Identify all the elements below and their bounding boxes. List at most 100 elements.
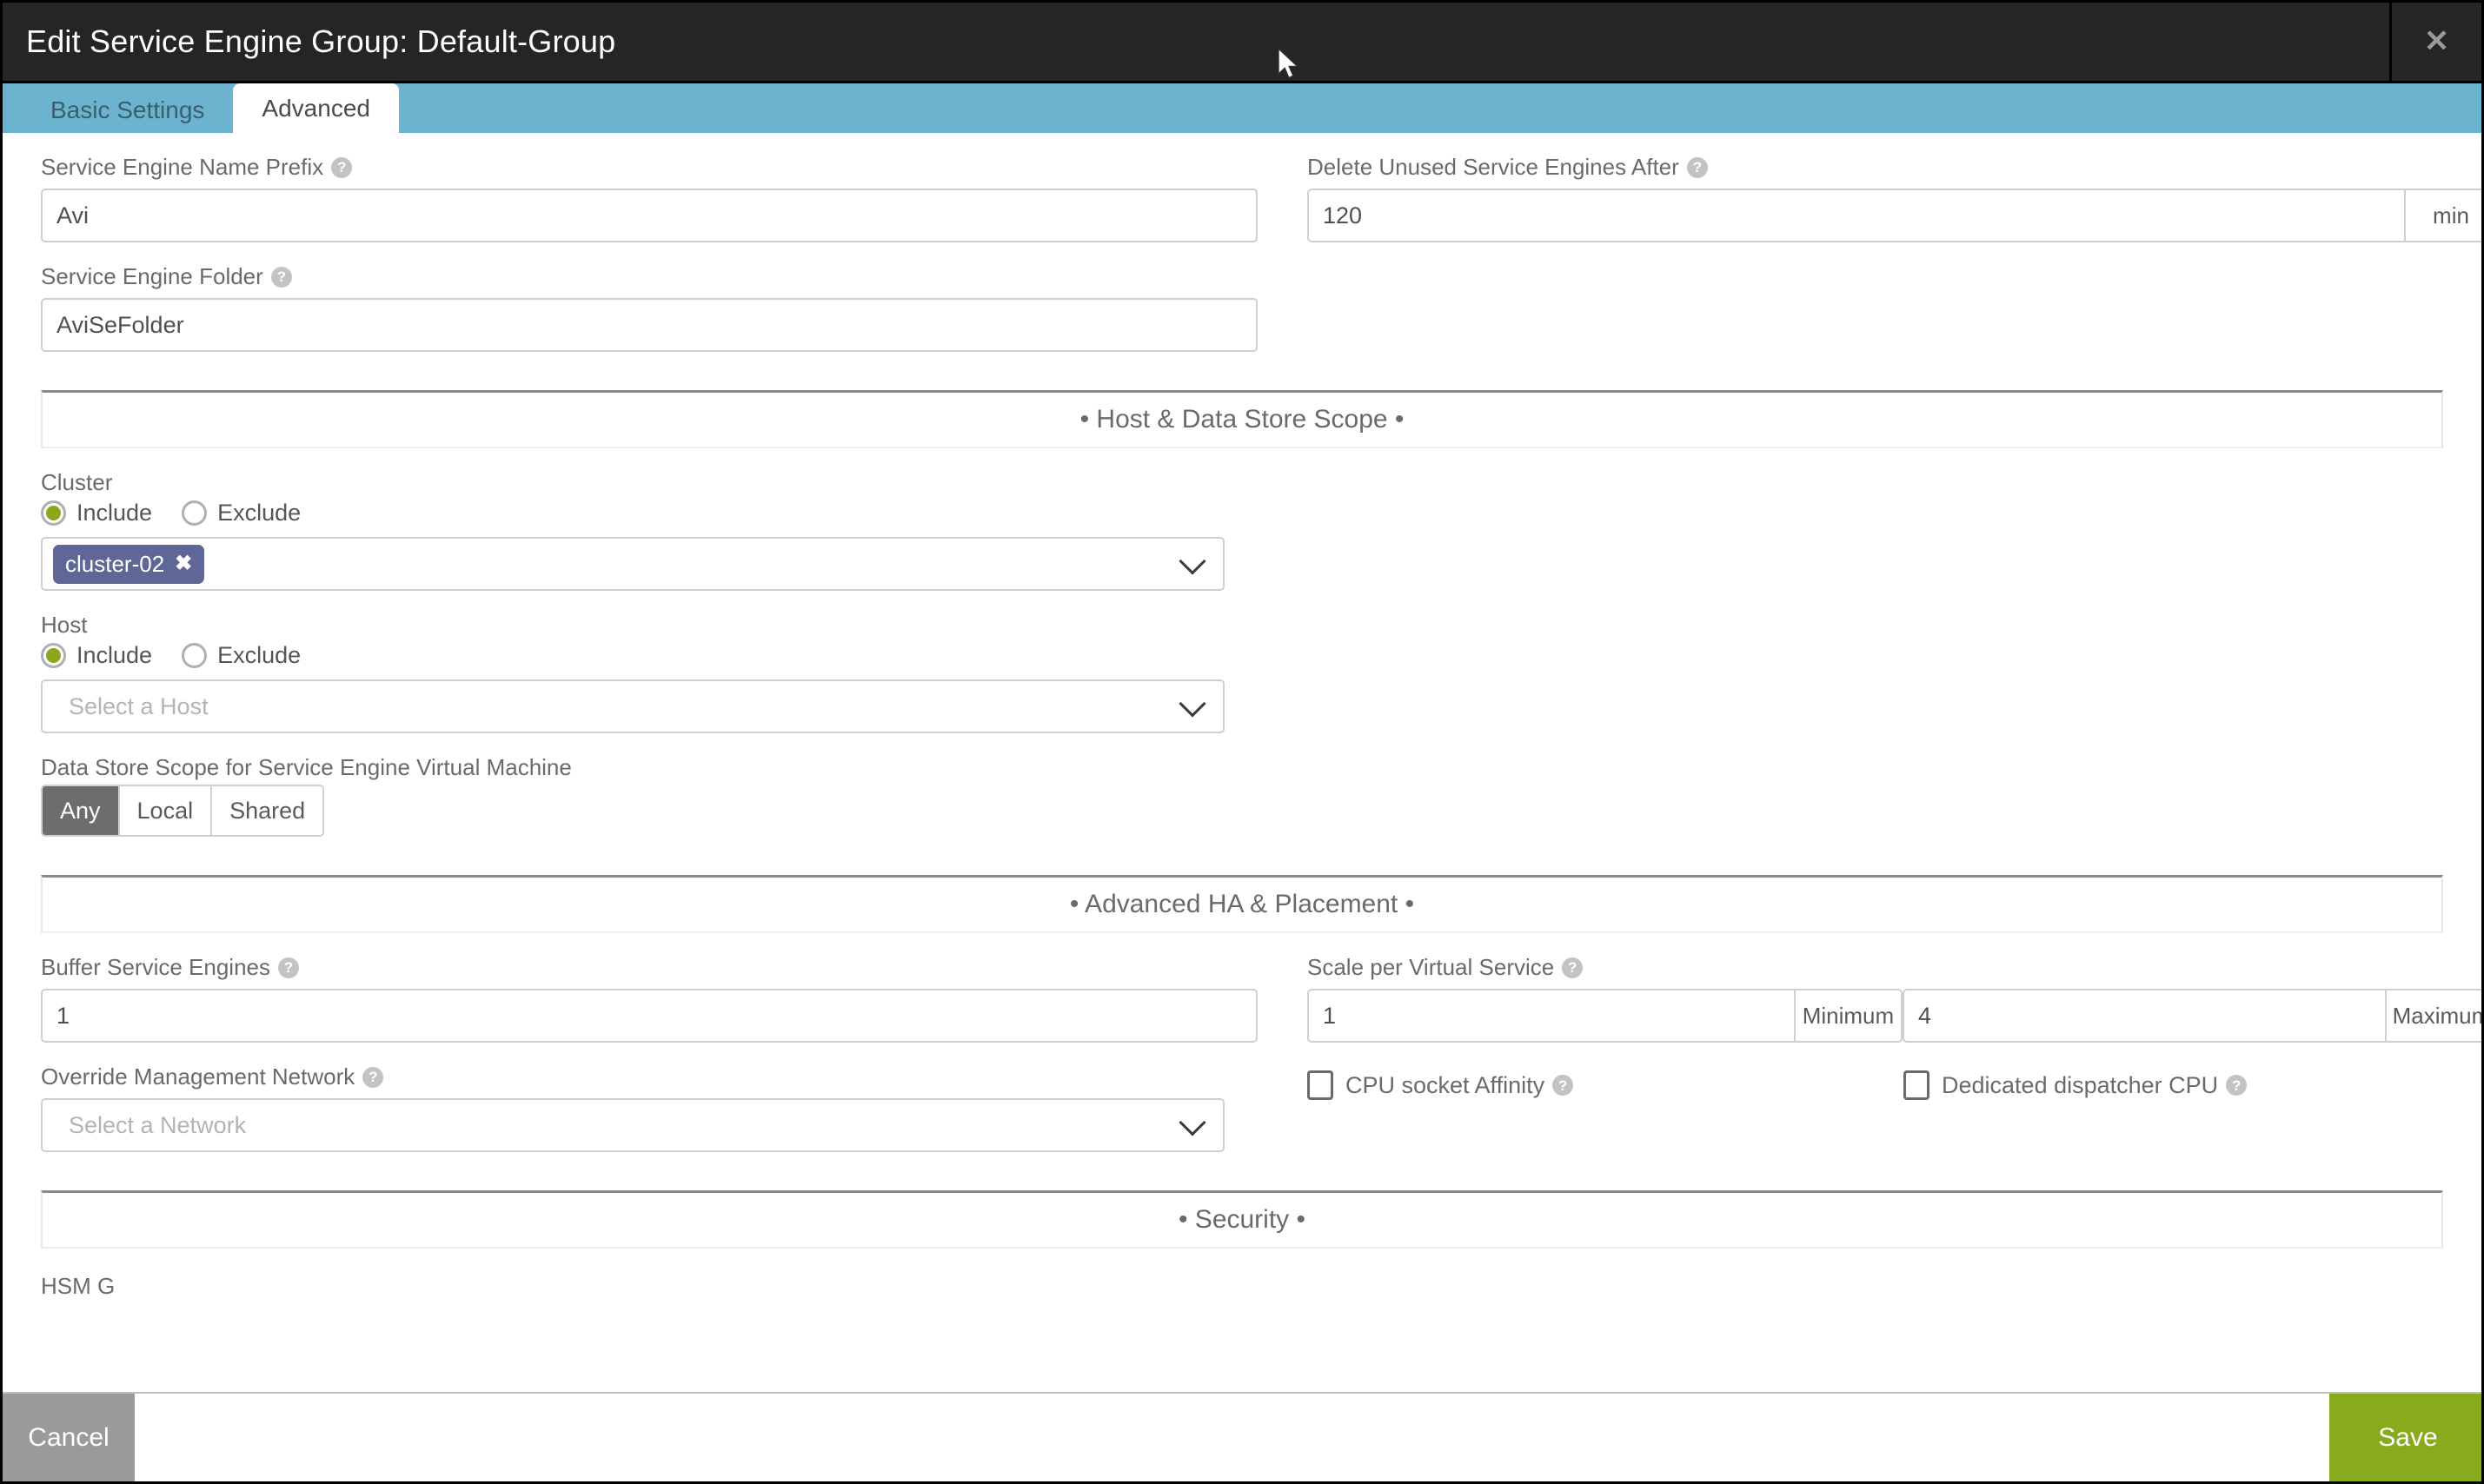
buffer-service-engines-field: Buffer Service Engines ?: [41, 954, 1258, 1043]
chip-remove-icon[interactable]: ✖: [175, 553, 192, 574]
se-name-prefix-label-text: Service Engine Name Prefix: [41, 154, 324, 180]
delete-unused-input[interactable]: [1307, 189, 2404, 242]
host-select[interactable]: Select a Host: [41, 679, 1225, 733]
help-icon[interactable]: ?: [331, 156, 353, 178]
cluster-chip[interactable]: cluster-02 ✖: [53, 544, 205, 584]
scale-inputs-row: Minimum Maximum: [1307, 989, 2481, 1043]
host-field: Host Include Exclude Select a Host: [41, 612, 2443, 733]
top-fields-row: Service Engine Name Prefix ? Service Eng…: [41, 133, 2481, 352]
data-store-scope-label: Data Store Scope for Service Engine Virt…: [41, 754, 572, 780]
section-security-title: • Security •: [1178, 1205, 1306, 1234]
cluster-radio-group: Include Exclude: [41, 500, 2443, 527]
override-management-network-select[interactable]: Select a Network: [41, 1098, 1225, 1152]
host-radio-exclude[interactable]: Exclude: [182, 642, 301, 669]
host-select-placeholder: Select a Host: [69, 692, 209, 719]
data-store-scope-button-group: Any Local Shared: [41, 785, 325, 837]
data-store-scope-option-shared[interactable]: Shared: [212, 786, 323, 835]
scale-per-virtual-service-label: Scale per Virtual Service ?: [1307, 954, 2481, 981]
dialog-titlebar: Edit Service Engine Group: Default-Group…: [3, 3, 2481, 83]
radio-mark-icon: [182, 643, 208, 668]
scale-maximum-addon: Maximum: [2384, 989, 2481, 1043]
cpu-checkboxes-row: CPU socket Affinity ? Dedicated dispatch…: [1307, 1070, 2481, 1100]
host-radio-group: Include Exclude: [41, 642, 2443, 669]
data-store-scope-option-any[interactable]: Any: [43, 786, 120, 835]
clipped-field-label: HSM G: [41, 1273, 116, 1299]
scale-max-group: Maximum: [1903, 989, 2481, 1043]
cluster-radio-exclude[interactable]: Exclude: [182, 500, 301, 527]
help-icon[interactable]: ?: [362, 1066, 384, 1088]
cluster-radio-include-label: Include: [76, 500, 153, 526]
host-radio-exclude-label: Exclude: [217, 642, 302, 668]
ha-fields-row: Buffer Service Engines ? Override Manage…: [41, 933, 2481, 1152]
scale-per-virtual-service-label-text: Scale per Virtual Service: [1307, 954, 1555, 980]
dedicated-dispatcher-cpu-checkbox[interactable]: Dedicated dispatcher CPU ?: [1903, 1070, 2248, 1100]
delete-unused-label-text: Delete Unused Service Engines After: [1307, 154, 1679, 180]
host-label: Host: [41, 612, 88, 638]
section-advanced-ha-title: • Advanced HA & Placement •: [1069, 890, 1415, 918]
cpu-socket-affinity-label-text: CPU socket Affinity: [1345, 1071, 1545, 1098]
tab-basic-settings[interactable]: Basic Settings: [22, 88, 233, 133]
help-icon[interactable]: ?: [270, 266, 292, 288]
save-button[interactable]: Save: [2329, 1394, 2481, 1481]
delete-unused-label: Delete Unused Service Engines After ?: [1307, 154, 2481, 181]
data-store-scope-field: Data Store Scope for Service Engine Virt…: [41, 754, 2443, 837]
se-folder-field: Service Engine Folder ?: [41, 263, 1258, 352]
se-folder-label: Service Engine Folder ?: [41, 263, 1258, 290]
section-host-data-store: • Host & Data Store Scope •: [41, 390, 2443, 448]
scale-maximum-input[interactable]: [1903, 989, 2385, 1043]
close-icon[interactable]: ✕: [2392, 3, 2481, 83]
cluster-radio-include[interactable]: Include: [41, 500, 152, 527]
override-management-network-field: Override Management Network ? Select a N…: [41, 1063, 1258, 1152]
override-management-network-label: Override Management Network ?: [41, 1063, 1258, 1090]
edit-service-engine-group-dialog: Edit Service Engine Group: Default-Group…: [0, 0, 2484, 1484]
tab-advanced[interactable]: Advanced: [233, 83, 399, 133]
override-management-network-label-text: Override Management Network: [41, 1063, 355, 1090]
cluster-radio-exclude-label: Exclude: [217, 500, 302, 526]
delete-unused-input-group: min: [1307, 189, 2481, 242]
help-icon[interactable]: ?: [2226, 1075, 2248, 1096]
se-folder-input[interactable]: [41, 298, 1258, 352]
host-radio-include-label: Include: [76, 642, 153, 668]
checkbox-icon: [1307, 1070, 1333, 1100]
scale-min-group: Minimum: [1307, 989, 1903, 1043]
se-name-prefix-input[interactable]: [41, 189, 1258, 242]
cluster-select[interactable]: cluster-02 ✖: [41, 537, 1225, 591]
cancel-button[interactable]: Cancel: [3, 1394, 135, 1481]
dialog-body: Service Engine Name Prefix ? Service Eng…: [3, 133, 2481, 1395]
radio-mark-icon: [41, 500, 66, 526]
chevron-down-icon: [1179, 1109, 1206, 1136]
dedicated-dispatcher-cpu-label: Dedicated dispatcher CPU ?: [1942, 1071, 2248, 1099]
help-icon[interactable]: ?: [1686, 156, 1708, 178]
ha-left-column: Buffer Service Engines ? Override Manage…: [41, 933, 1258, 1152]
buffer-service-engines-label-text: Buffer Service Engines: [41, 954, 270, 980]
top-right-column: Delete Unused Service Engines After ? mi…: [1307, 133, 2481, 352]
section-advanced-ha: • Advanced HA & Placement •: [41, 875, 2443, 933]
cpu-socket-affinity-checkbox[interactable]: CPU socket Affinity ?: [1307, 1070, 1903, 1100]
top-left-column: Service Engine Name Prefix ? Service Eng…: [41, 133, 1258, 352]
help-icon[interactable]: ?: [278, 957, 299, 978]
delete-unused-field: Delete Unused Service Engines After ? mi…: [1307, 154, 2481, 242]
chevron-down-icon: [1179, 690, 1206, 718]
se-folder-label-text: Service Engine Folder: [41, 263, 263, 289]
ha-right-column: Scale per Virtual Service ? Minimum Maxi…: [1307, 933, 2481, 1152]
checkbox-icon: [1903, 1070, 1929, 1100]
host-radio-include[interactable]: Include: [41, 642, 152, 669]
dialog-footer: Cancel Save: [3, 1392, 2481, 1481]
delete-unused-unit: min: [2404, 189, 2481, 242]
cluster-field: Cluster Include Exclude cluster-02 ✖: [41, 469, 2443, 591]
section-host-data-store-title: • Host & Data Store Scope •: [1079, 405, 1405, 434]
radio-mark-icon: [182, 500, 208, 526]
footer-spacer: [135, 1394, 2329, 1481]
data-store-scope-option-local[interactable]: Local: [119, 786, 213, 835]
cluster-chip-label: cluster-02: [65, 550, 165, 577]
scale-minimum-addon: Minimum: [1793, 989, 1903, 1043]
dedicated-dispatcher-cpu-label-text: Dedicated dispatcher CPU: [1942, 1071, 2219, 1098]
buffer-service-engines-input[interactable]: [41, 989, 1258, 1043]
se-name-prefix-field: Service Engine Name Prefix ?: [41, 154, 1258, 242]
scale-minimum-input[interactable]: [1307, 989, 1794, 1043]
dialog-title: Edit Service Engine Group: Default-Group: [26, 23, 616, 59]
buffer-service-engines-label: Buffer Service Engines ?: [41, 954, 1258, 981]
help-icon[interactable]: ?: [1552, 1075, 1574, 1096]
help-icon[interactable]: ?: [1562, 957, 1584, 978]
se-name-prefix-label: Service Engine Name Prefix ?: [41, 154, 1258, 181]
